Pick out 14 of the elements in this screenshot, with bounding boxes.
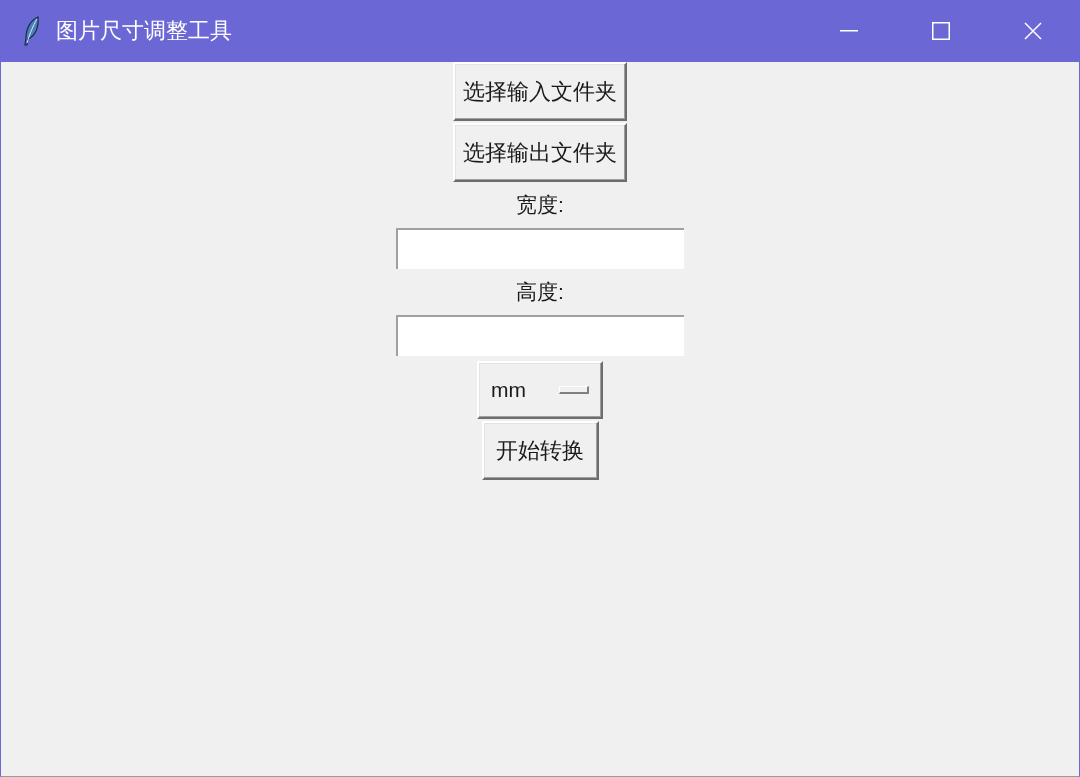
field-label: 高度: bbox=[516, 279, 564, 306]
input-field[interactable] bbox=[396, 228, 684, 269]
dropdown-indicator-icon bbox=[559, 386, 589, 394]
maximize-icon bbox=[932, 22, 950, 40]
action-button[interactable]: 选择输出文件夹 bbox=[453, 123, 627, 182]
field-label: 宽度: bbox=[516, 192, 564, 219]
action-button[interactable]: 选择输入文件夹 bbox=[453, 62, 627, 121]
close-icon bbox=[1024, 22, 1042, 40]
window-title: 图片尺寸调整工具 bbox=[56, 20, 232, 42]
input-field[interactable] bbox=[396, 315, 684, 356]
feather-icon bbox=[22, 16, 41, 46]
minimize-icon bbox=[840, 30, 858, 32]
unit-dropdown[interactable]: mm bbox=[477, 361, 603, 419]
action-button[interactable]: 开始转换 bbox=[481, 421, 599, 480]
